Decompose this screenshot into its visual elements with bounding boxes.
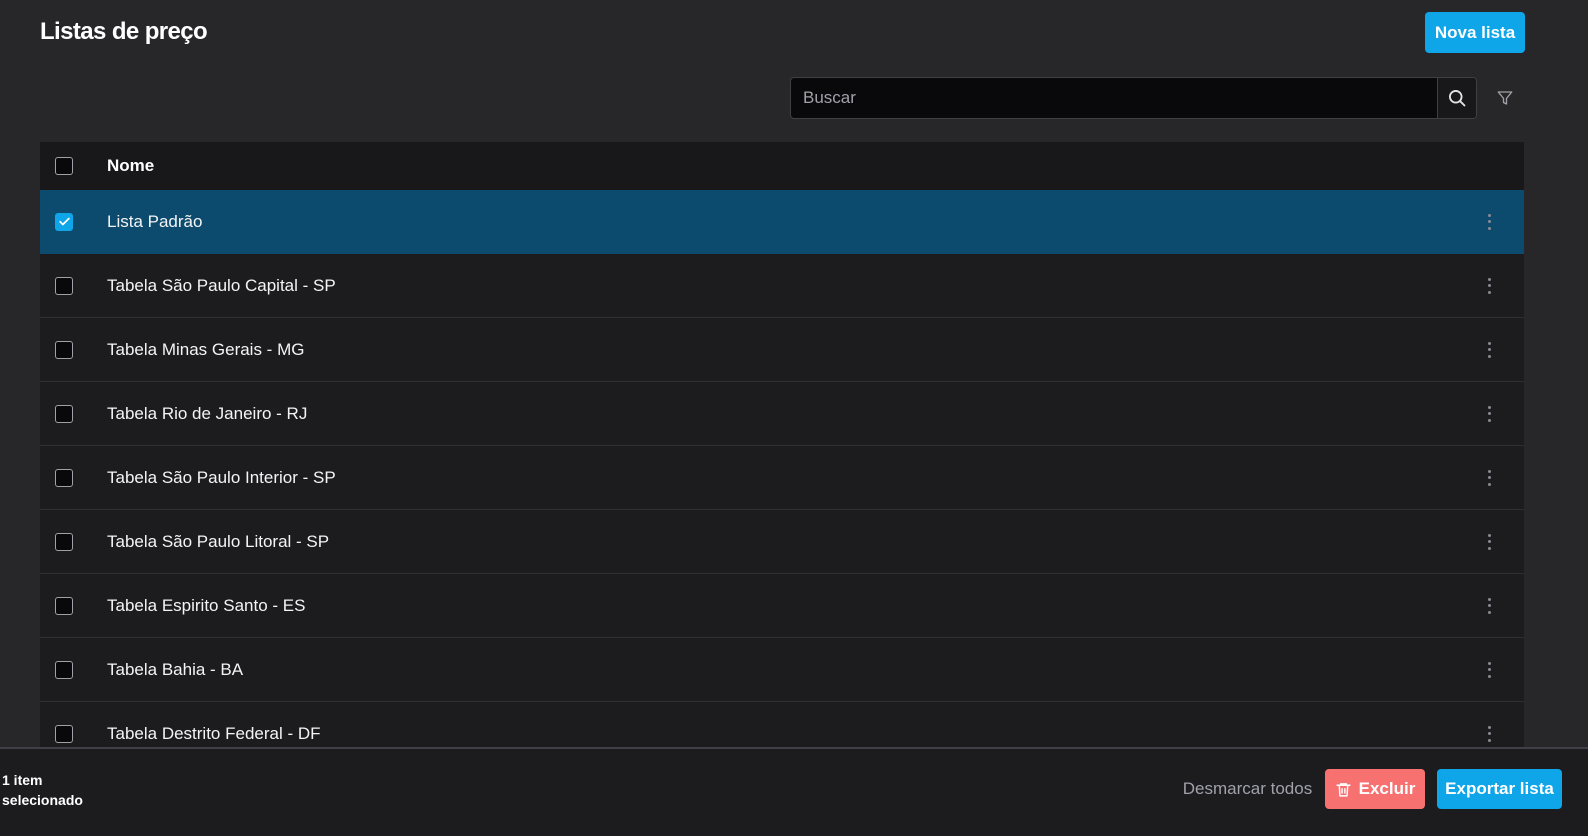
- row-name: Tabela Minas Gerais - MG: [107, 339, 305, 359]
- table-row[interactable]: Tabela Rio de Janeiro - RJ: [40, 382, 1524, 446]
- more-vertical-icon[interactable]: [1484, 659, 1494, 681]
- row-name: Tabela Rio de Janeiro - RJ: [107, 403, 308, 423]
- table-row[interactable]: Tabela Minas Gerais - MG: [40, 318, 1524, 382]
- filter-icon: [1497, 91, 1513, 105]
- export-list-button[interactable]: Exportar lista: [1437, 769, 1562, 809]
- more-vertical-icon[interactable]: [1484, 723, 1494, 745]
- trash-icon: [1336, 782, 1351, 797]
- table-body: Lista Padrão Tabela São Paulo Capital - S…: [40, 190, 1524, 747]
- column-header-name: Nome: [107, 156, 155, 175]
- row-name: Tabela Bahia - BA: [107, 659, 244, 679]
- more-vertical-icon[interactable]: [1484, 339, 1494, 361]
- more-vertical-icon[interactable]: [1484, 403, 1494, 425]
- row-name: Tabela Espirito Santo - ES: [107, 595, 306, 615]
- delete-button[interactable]: Excluir: [1325, 769, 1425, 809]
- new-list-button[interactable]: Nova lista: [1425, 12, 1525, 53]
- filter-button[interactable]: [1490, 84, 1520, 112]
- search-button[interactable]: [1437, 78, 1476, 118]
- table-row[interactable]: Tabela São Paulo Litoral - SP: [40, 510, 1524, 574]
- row-checkbox[interactable]: [55, 276, 73, 295]
- select-all-checkbox[interactable]: [55, 157, 73, 175]
- search-input[interactable]: [791, 78, 1437, 118]
- row-checkbox[interactable]: [55, 532, 73, 551]
- more-vertical-icon[interactable]: [1484, 531, 1494, 553]
- table-row[interactable]: Tabela Destrito Federal - DF: [40, 702, 1524, 747]
- row-name: Tabela São Paulo Litoral - SP: [107, 531, 330, 551]
- table-row[interactable]: Tabela Bahia - BA: [40, 638, 1524, 702]
- row-name: Tabela São Paulo Capital - SP: [107, 275, 336, 295]
- selection-footer: 1 item selecionado Desmarcar todos Exclu…: [0, 747, 1588, 836]
- row-checkbox[interactable]: [55, 596, 73, 615]
- row-checkbox[interactable]: [55, 340, 73, 359]
- table-row[interactable]: Tabela São Paulo Interior - SP: [40, 446, 1524, 510]
- row-name: Lista Padrão: [107, 211, 203, 231]
- selected-count: 1 item selecionado: [2, 772, 83, 808]
- delete-label: Excluir: [1358, 779, 1416, 798]
- search-bar: [790, 77, 1477, 119]
- more-vertical-icon[interactable]: [1484, 595, 1494, 617]
- more-vertical-icon[interactable]: [1484, 211, 1494, 233]
- row-checkbox[interactable]: [55, 468, 73, 487]
- row-checkbox[interactable]: [55, 724, 73, 743]
- table-header: Nome: [40, 142, 1524, 190]
- row-name: Tabela Destrito Federal - DF: [107, 723, 321, 743]
- more-vertical-icon[interactable]: [1484, 275, 1494, 297]
- table-row[interactable]: Tabela Espirito Santo - ES: [40, 574, 1524, 638]
- table-row[interactable]: Lista Padrão: [40, 190, 1524, 254]
- row-checkbox[interactable]: [55, 404, 73, 423]
- page-title: Listas de preço: [40, 18, 208, 45]
- table-row[interactable]: Tabela São Paulo Capital - SP: [40, 254, 1524, 318]
- search-icon: [1449, 90, 1466, 107]
- row-name: Tabela São Paulo Interior - SP: [107, 467, 336, 487]
- more-vertical-icon[interactable]: [1484, 467, 1494, 489]
- unselect-all-button[interactable]: Desmarcar todos: [1170, 769, 1325, 809]
- row-checkbox[interactable]: [55, 660, 73, 679]
- check-icon: [58, 217, 70, 226]
- row-checkbox[interactable]: [55, 212, 73, 231]
- price-list-table: Nome Lista Padrão Tabela São Paulo Capita…: [40, 142, 1524, 747]
